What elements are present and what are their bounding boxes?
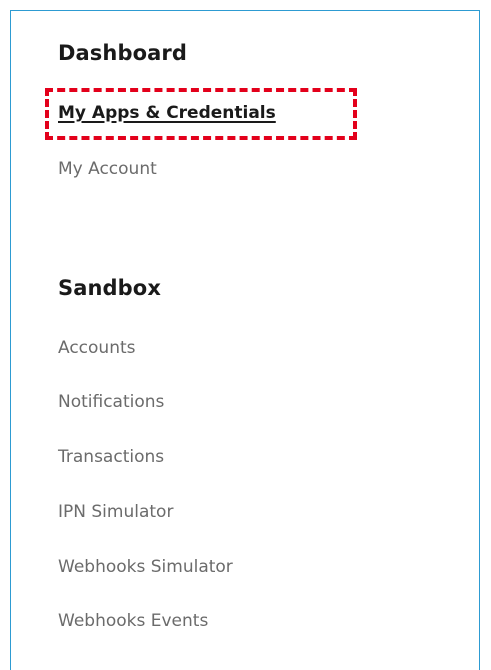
navigation-panel: Dashboard My Apps & Credentials My Accou…: [10, 10, 480, 670]
nav-link-notifications[interactable]: Notifications: [58, 392, 164, 412]
nav-link-ipn-simulator[interactable]: IPN Simulator: [58, 502, 173, 522]
nav-link-my-account[interactable]: My Account: [58, 159, 157, 179]
nav-link-transactions[interactable]: Transactions: [58, 447, 164, 467]
section-heading-sandbox: Sandbox: [58, 276, 161, 300]
section-heading-dashboard: Dashboard: [58, 41, 187, 65]
nav-link-my-apps-credentials[interactable]: My Apps & Credentials: [58, 103, 276, 123]
nav-link-webhooks-simulator[interactable]: Webhooks Simulator: [58, 557, 233, 577]
nav-link-accounts[interactable]: Accounts: [58, 338, 136, 358]
nav-link-webhooks-events[interactable]: Webhooks Events: [58, 611, 208, 631]
